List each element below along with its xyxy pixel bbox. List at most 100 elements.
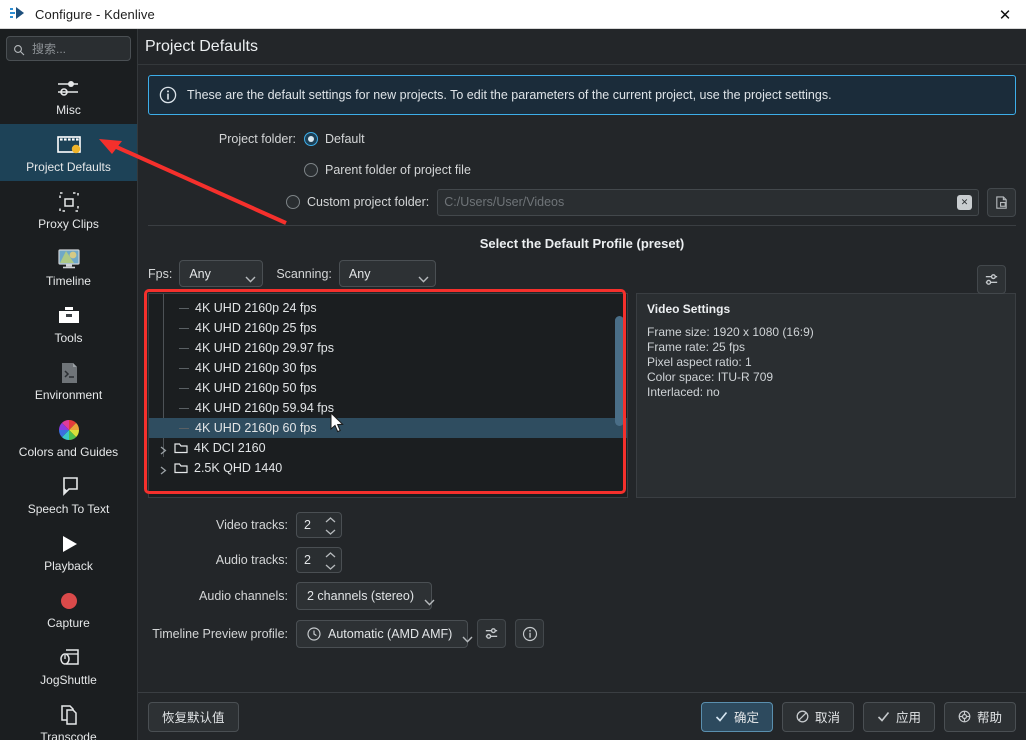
tree-row[interactable]: 4K UHD 2160p 25 fps <box>149 318 627 338</box>
audio-channels-value: 2 channels (stereo) <box>307 589 415 603</box>
sidebar-item-transcode[interactable]: Transcode <box>0 694 137 740</box>
video-tracks-stepper[interactable]: 2 <box>296 512 342 538</box>
tree-row[interactable]: 4K UHD 2160p 29.97 fps <box>149 338 627 358</box>
apply-button[interactable]: 应用 <box>862 701 935 732</box>
chevron-right-icon[interactable] <box>159 444 168 455</box>
sidebar-item-capture[interactable]: Capture <box>0 580 137 637</box>
cancel-icon <box>796 710 809 723</box>
record-icon <box>54 588 84 614</box>
tree-row[interactable]: 4K UHD 2160p 59.94 fps <box>149 398 627 418</box>
help-button[interactable]: 帮助 <box>943 701 1016 732</box>
chevron-right-icon[interactable] <box>159 464 168 475</box>
video-settings-line: Interlaced: no <box>647 385 720 399</box>
ok-button-label: 确定 <box>733 711 759 725</box>
profile-tree[interactable]: 4K UHD 2160p 24 fps 4K UHD 2160p 25 fps … <box>148 293 628 498</box>
video-tracks-row: Video tracks: 2 <box>148 512 1016 538</box>
audio-tracks-value: 2 <box>304 553 311 567</box>
audio-channels-label: Audio channels: <box>199 589 288 603</box>
sidebar-item-label: Timeline <box>46 273 91 288</box>
tree-row-folder[interactable]: 2.5K QHD 1440 <box>149 458 627 478</box>
stepper-arrows[interactable] <box>325 517 336 535</box>
folder-icon <box>174 442 188 454</box>
search-placeholder: 搜索... <box>32 42 67 56</box>
sidebar-item-label: Project Defaults <box>26 159 111 174</box>
search-icon <box>13 43 25 55</box>
video-settings-line: Frame rate: 25 fps <box>647 340 746 354</box>
scanning-filter-label: Scanning: <box>276 266 332 281</box>
cancel-button[interactable]: 取消 <box>781 701 854 732</box>
radio-custom-folder-label: Custom project folder: <box>307 195 430 209</box>
clear-text-icon[interactable]: ✕ <box>957 194 972 210</box>
sliders-settings-icon <box>485 628 498 639</box>
fps-filter-select[interactable]: Any <box>179 260 264 287</box>
restore-defaults-button[interactable]: 恢复默认值 <box>148 701 239 732</box>
sidebar-item-playback[interactable]: Playback <box>0 523 137 580</box>
preset-section-title: Select the Default Profile (preset) <box>479 236 685 251</box>
timeline-preview-config-button[interactable] <box>477 619 506 648</box>
project-folder-row-parent: Parent folder of project file <box>148 156 1016 183</box>
browse-folder-icon[interactable] <box>987 187 1016 217</box>
audio-channels-select[interactable]: 2 channels (stereo) <box>296 582 435 610</box>
jogshuttle-icon <box>54 645 84 671</box>
sidebar-item-speech-to-text[interactable]: Speech To Text <box>0 466 137 523</box>
timeline-preview-value: Automatic (AMD AMF) <box>328 626 453 641</box>
radio-parent-folder-label: Parent folder of project file <box>325 162 471 177</box>
tree-row-folder[interactable]: 4K DCI 2160 <box>149 438 627 458</box>
sidebar-item-label: Proxy Clips <box>38 216 99 231</box>
sidebar-item-label: JogShuttle <box>40 672 97 687</box>
profile-prefs-button-wrap <box>977 265 1006 294</box>
page-title: Project Defaults <box>145 37 258 55</box>
sidebar-item-label: Tools <box>54 330 83 345</box>
video-settings-heading: Video Settings <box>647 302 731 316</box>
info-banner: These are the default settings for new p… <box>148 75 1016 115</box>
tree-row[interactable]: 4K UHD 2160p 30 fps <box>149 358 627 378</box>
video-tracks-value: 2 <box>304 518 311 532</box>
page-header: Project Defaults <box>138 29 1026 65</box>
timeline-preview-select[interactable]: Automatic (AMD AMF) <box>296 619 473 648</box>
sidebar-item-project-defaults[interactable]: Project Defaults <box>0 124 137 181</box>
divider <box>148 225 1016 226</box>
sidebar-item-label: Playback <box>44 558 93 573</box>
search-input[interactable]: 搜索... <box>6 36 131 61</box>
timeline-preview-info-button[interactable] <box>515 619 544 648</box>
custom-folder-input[interactable]: C:/Users/User/Videos ✕ <box>437 188 979 216</box>
radio-default[interactable] <box>304 131 318 146</box>
sliders-settings-icon[interactable] <box>977 265 1006 294</box>
check-icon <box>877 710 890 723</box>
audio-tracks-label: Audio tracks: <box>215 553 288 567</box>
ok-button[interactable]: 确定 <box>700 701 773 732</box>
chevron-up-icon <box>325 552 336 558</box>
settings-sidebar: 搜索... Misc Project Defaults Proxy Clips … <box>0 29 138 740</box>
chevron-down-icon <box>462 630 473 643</box>
close-icon[interactable]: ✕ <box>984 0 1026 29</box>
sidebar-item-timeline[interactable]: Timeline <box>0 238 137 295</box>
audio-tracks-stepper[interactable]: 2 <box>296 547 342 573</box>
window-title: Configure - Kdenlive <box>35 6 155 22</box>
tree-scrollbar[interactable] <box>615 316 624 426</box>
sidebar-item-jogshuttle[interactable]: JogShuttle <box>0 637 137 694</box>
scanning-filter-select[interactable]: Any <box>338 260 436 287</box>
help-icon <box>958 710 971 723</box>
color-wheel-icon <box>54 417 84 443</box>
chevron-down-icon <box>325 564 336 570</box>
chevron-down-icon <box>245 270 256 283</box>
tree-row[interactable]: 4K UHD 2160p 24 fps <box>149 298 627 318</box>
sidebar-item-misc[interactable]: Misc <box>0 67 137 124</box>
info-circle-icon <box>522 626 537 641</box>
folder-icon <box>174 462 188 474</box>
tree-row-selected[interactable]: 4K UHD 2160p 60 fps <box>149 418 627 438</box>
tree-row-folder-label: 2.5K QHD 1440 <box>194 461 283 475</box>
mouse-pointer-icon <box>330 412 344 433</box>
video-settings-line: Color space: ITU-R 709 <box>647 370 774 384</box>
sidebar-item-environment[interactable]: Environment <box>0 352 137 409</box>
sidebar-item-proxy-clips[interactable]: Proxy Clips <box>0 181 137 238</box>
sidebar-item-colors-and-guides[interactable]: Colors and Guides <box>0 409 137 466</box>
sidebar-item-tools[interactable]: Tools <box>0 295 137 352</box>
video-tracks-label: Video tracks: <box>215 518 288 532</box>
filmstrip-icon <box>54 132 84 158</box>
stepper-arrows[interactable] <box>325 552 336 570</box>
tree-row[interactable]: 4K UHD 2160p 50 fps <box>149 378 627 398</box>
radio-parent-folder[interactable] <box>304 162 318 177</box>
radio-custom-folder[interactable] <box>286 195 300 209</box>
chevron-down-icon <box>424 593 435 606</box>
